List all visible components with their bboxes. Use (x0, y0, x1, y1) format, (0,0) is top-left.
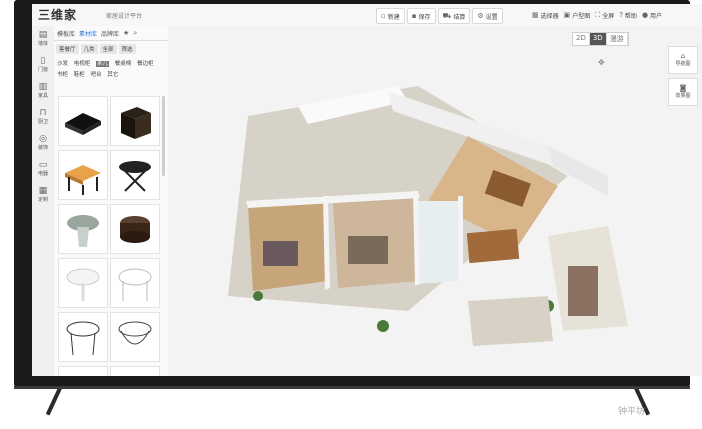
save-icon: ▪ (411, 11, 417, 20)
category-item[interactable]: 吧台 (91, 72, 102, 78)
star-icon[interactable]: ★ (123, 29, 129, 37)
user-icon: ● (641, 10, 649, 19)
product-grid (58, 96, 160, 376)
home-icon: ⌂ (680, 52, 686, 60)
rail-item-doors[interactable]: ▯ 门窗 (32, 52, 54, 78)
view-roam[interactable]: 漫游 (607, 33, 628, 45)
render-button[interactable]: ◙ 效果图 (668, 78, 698, 106)
kitchen-icon: ⊓ (39, 108, 47, 118)
help-button[interactable]: ? 帮助 (619, 8, 637, 22)
category-item[interactable]: 书柜 (57, 72, 68, 78)
monitor-icon: ▭ (38, 160, 48, 170)
cart-icon: ⛟ (442, 11, 452, 20)
product-tile[interactable] (58, 150, 108, 200)
3d-viewport[interactable]: 2D 3D 漫游 ✥ ⌂ 导航图 ◙ 效果图 (168, 26, 702, 376)
decor-icon: ◎ (39, 134, 47, 144)
new-button[interactable]: ▫ 新建 (376, 8, 405, 24)
settings-button[interactable]: ⚙ 设置 (472, 8, 503, 24)
tv-stand-left (45, 386, 63, 416)
navigation-pad[interactable]: ✥ (598, 58, 605, 67)
category-item[interactable]: 餐边柜 (137, 61, 154, 67)
panel-tabs: 模板库 素材库 品牌库 ★ ⌕ (54, 26, 168, 41)
filter-type[interactable]: 几类 (80, 44, 98, 54)
view-3d[interactable]: 3D (589, 33, 607, 45)
product-tile[interactable] (58, 312, 108, 362)
product-tile[interactable] (58, 204, 108, 254)
product-tile[interactable] (110, 150, 160, 200)
floorplan-3d[interactable] (168, 26, 702, 376)
furniture-icon: ▥ (38, 82, 48, 92)
category-item[interactable]: 电视柜 (74, 61, 91, 67)
category-item[interactable]: 鞋柜 (74, 72, 85, 78)
category-item[interactable]: 其它 (107, 72, 118, 78)
product-tile[interactable] (110, 96, 160, 146)
rail-item-walls[interactable]: ▤ 墙体 (32, 26, 54, 52)
category-item[interactable]: 餐桌椅 (115, 61, 132, 67)
category-list: 沙发 电视柜 茶几 餐桌椅 餐边柜 书柜 鞋柜 吧台 其它 (54, 57, 168, 83)
filter-row: 客餐厅 几类 全部 筛选 (54, 41, 168, 57)
filter-room[interactable]: 客餐厅 (56, 44, 79, 54)
rail-item-decor[interactable]: ◎ 装饰 (32, 130, 54, 156)
right-rail: ⌂ 导航图 ◙ 效果图 (668, 46, 698, 110)
save-button[interactable]: ▪ 保存 (406, 8, 436, 24)
scrollbar[interactable] (162, 96, 165, 176)
fullscreen-button[interactable]: ⛶ 全屏 (595, 8, 614, 22)
tab-brands[interactable]: 品牌库 (101, 29, 119, 38)
help-icon: ? (619, 10, 623, 19)
tab-materials[interactable]: 素材库 (79, 29, 97, 38)
selector-button[interactable]: ▦ 选择器 (532, 8, 559, 22)
file-icon: ▫ (381, 11, 386, 20)
tv-base (14, 386, 690, 389)
camera-icon: ◙ (679, 84, 687, 92)
wall-icon: ▤ (38, 30, 48, 40)
product-tile[interactable] (110, 366, 160, 376)
product-tile[interactable] (58, 96, 108, 146)
category-item-active[interactable]: 茶几 (96, 61, 110, 67)
screen: 三维家 家居设计平台 ▫ 新建 ▪ 保存 ⛟ 结算 ⚙ 设置 ▦ 选择器 ▣ 户型图 ⛶ 全屏… (32, 4, 702, 376)
toolbar-right: ▦ 选择器 ▣ 户型图 ⛶ 全屏 ? 帮助 ● 用户 (532, 8, 662, 22)
tv-bezel: 三维家 家居设计平台 ▫ 新建 ▪ 保存 ⛟ 结算 ⚙ 设置 ▦ 选择器 ▣ 户型图 ⛶ 全屏… (14, 0, 702, 387)
rail-item-furniture[interactable]: ▥ 家具 (32, 78, 54, 104)
grid-icon: ▦ (532, 10, 539, 19)
rail-item-appliance[interactable]: ▭ 电器 (32, 156, 54, 182)
image-icon: ▣ (563, 10, 571, 19)
product-tile[interactable] (110, 258, 160, 308)
rail-item-kitchen[interactable]: ⊓ 厨卫 (32, 104, 54, 130)
product-tile[interactable] (58, 366, 108, 376)
checkout-button[interactable]: ⛟ 结算 (437, 8, 471, 24)
product-tile[interactable] (110, 312, 160, 362)
user-menu[interactable]: ● 用户 (642, 8, 662, 22)
tab-templates[interactable]: 模板库 (57, 29, 75, 38)
catalog-panel: 模板库 素材库 品牌库 ★ ⌕ 客餐厅 几类 全部 筛选 沙发 电视柜 茶几 餐… (54, 26, 169, 376)
door-icon: ▯ (40, 56, 46, 66)
watermark: 钟平坊 (618, 407, 646, 417)
view-mode-toggle: 2D 3D 漫游 (572, 32, 629, 46)
product-tile[interactable] (110, 204, 160, 254)
filter-all[interactable]: 全部 (99, 44, 117, 54)
logo: 三维家 (38, 8, 78, 22)
filter-button[interactable]: 筛选 (118, 44, 136, 54)
gear-icon: ⚙ (477, 11, 484, 20)
view-2d[interactable]: 2D (573, 33, 590, 45)
floorplan-button[interactable]: ▣ 户型图 (564, 8, 591, 22)
fullscreen-icon: ⛶ (595, 10, 601, 19)
product-tile[interactable] (58, 258, 108, 308)
left-rail: ▤ 墙体 ▯ 门窗 ▥ 家具 ⊓ 厨卫 ◎ 装饰 ▭ 电器 ▦ 定制 (32, 26, 55, 376)
grid-icon: ▦ (38, 186, 48, 196)
top-bar: 三维家 家居设计平台 ▫ 新建 ▪ 保存 ⛟ 结算 ⚙ 设置 ▦ 选择器 ▣ 户型图 ⛶ 全屏… (32, 4, 702, 27)
subtitle: 家居设计平台 (106, 13, 143, 20)
nav-map-button[interactable]: ⌂ 导航图 (668, 46, 698, 74)
category-item[interactable]: 沙发 (57, 61, 68, 67)
search-icon[interactable]: ⌕ (133, 29, 137, 37)
rail-item-custom[interactable]: ▦ 定制 (32, 182, 54, 208)
toolbar: ▫ 新建 ▪ 保存 ⛟ 结算 ⚙ 设置 (376, 8, 503, 24)
